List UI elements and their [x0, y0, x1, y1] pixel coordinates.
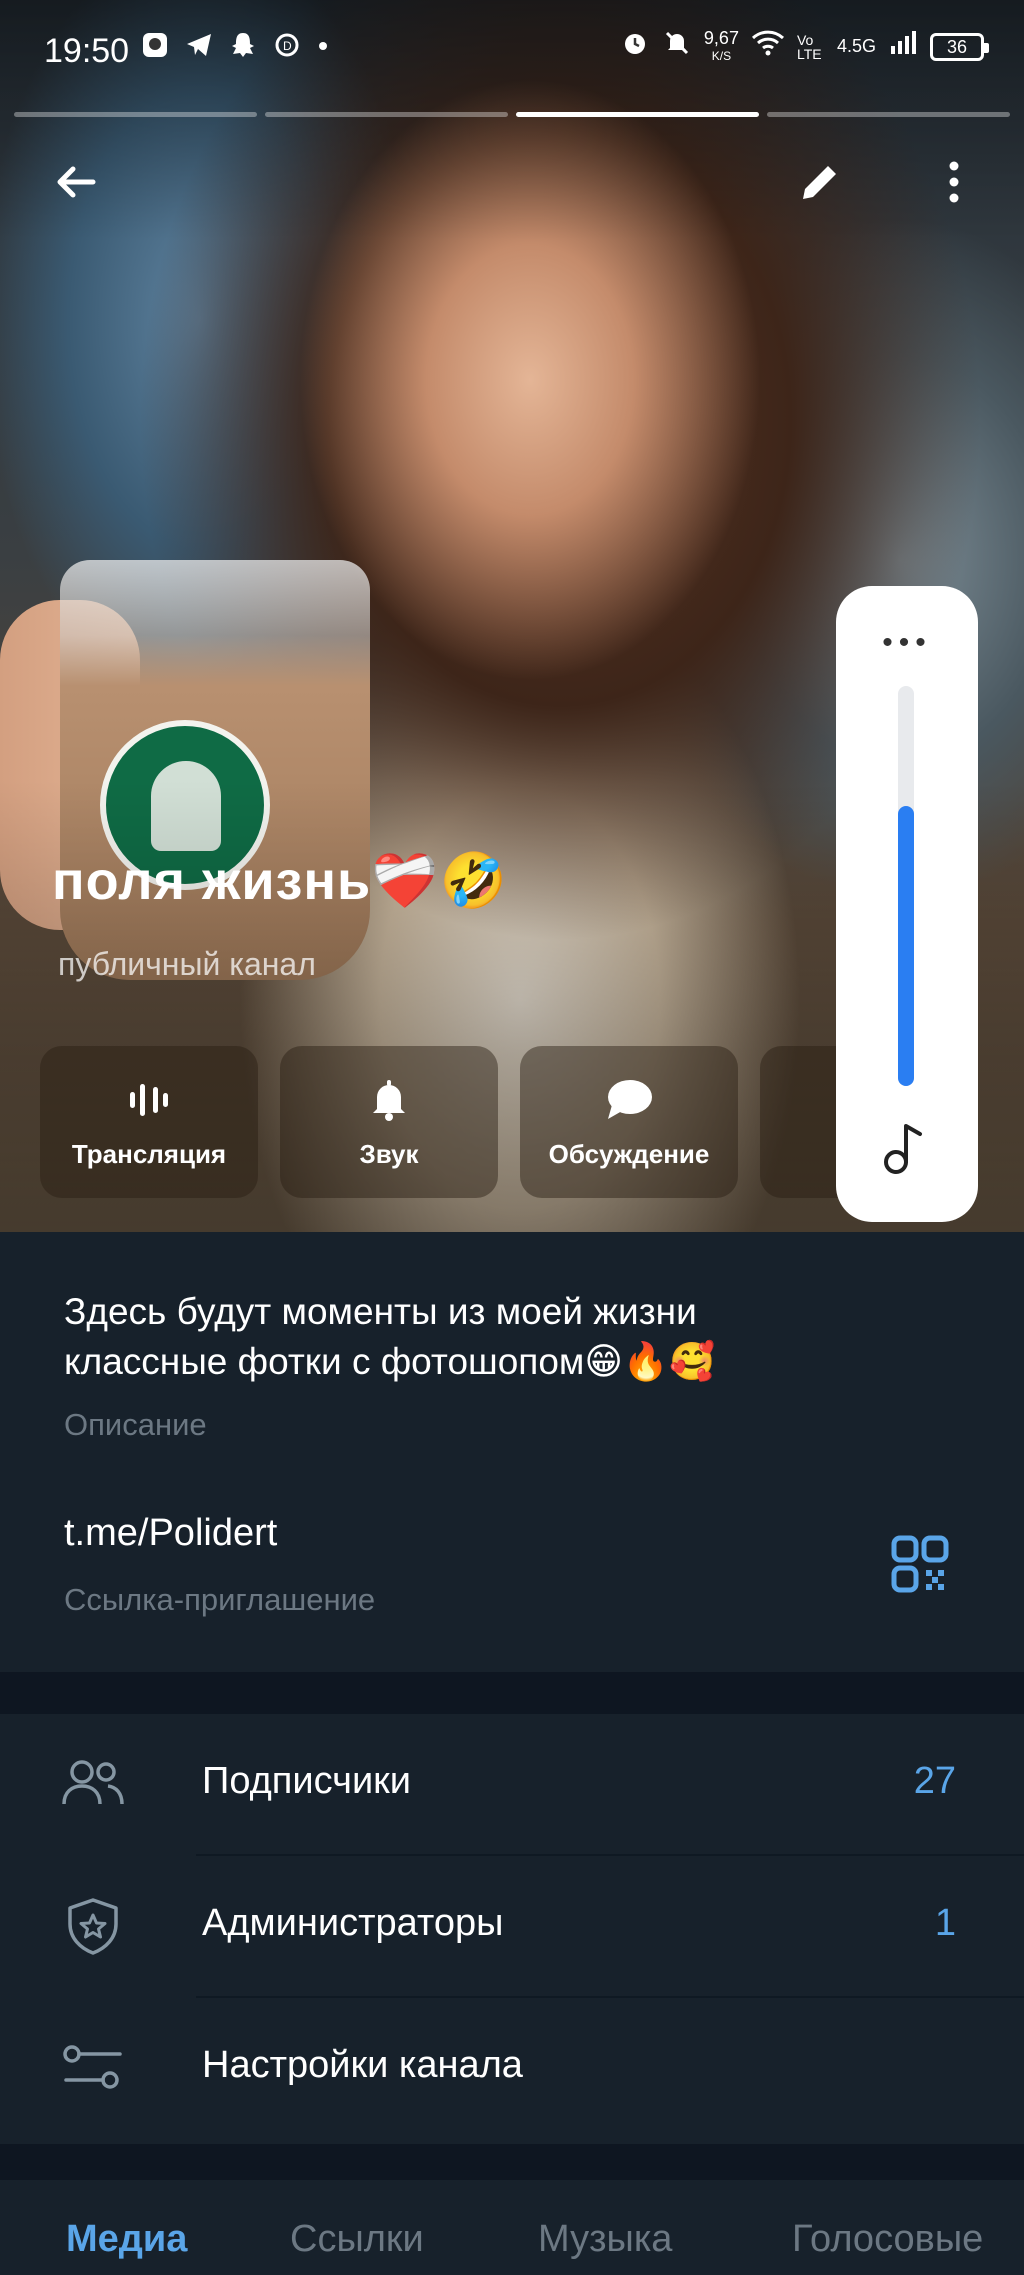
volume-more-icon[interactable]: •••	[836, 626, 978, 660]
channel-title: поля жизнь❤️‍🩹🤣	[52, 851, 508, 911]
tab-music[interactable]: Музыка	[538, 2218, 672, 2261]
discussion-button[interactable]: Обсуждение	[520, 1046, 738, 1198]
volte-label: Vo LTE	[796, 31, 822, 62]
network-speed-value: 9,67	[703, 27, 739, 48]
music-note-icon[interactable]	[876, 1118, 936, 1178]
wifi-icon	[751, 28, 785, 65]
signal-icon	[888, 28, 918, 65]
broadcast-label: Трансляция	[71, 1138, 227, 1169]
sound-label: Звук	[359, 1138, 419, 1169]
discussion-label: Обсуждение	[548, 1138, 710, 1169]
notification-app-icon	[140, 30, 170, 68]
administrators-label: Администраторы	[202, 1902, 504, 1944]
sliders-icon	[63, 2045, 122, 2089]
sound-button[interactable]: Звук	[280, 1046, 498, 1198]
description-line-1: Здесь будут моменты из моей жизни	[64, 1291, 697, 1332]
broadcast-button[interactable]: Трансляция	[40, 1046, 258, 1198]
description-label: Описание	[64, 1407, 207, 1442]
story-progress-bar	[14, 112, 1010, 117]
subscribers-row[interactable]: Подписчики 27	[0, 1714, 1024, 1856]
status-time: 19:50	[44, 32, 130, 70]
data-saver-icon: D	[272, 30, 302, 68]
channel-info-section: Здесь будут моменты из моей жизни классн…	[0, 1232, 1024, 1672]
svg-text:D: D	[283, 39, 292, 53]
more-options-button[interactable]	[922, 150, 986, 214]
alarm-icon	[620, 28, 650, 65]
story-segment	[265, 112, 508, 117]
network-type-label: 4.5G	[836, 36, 876, 56]
volume-panel: •••	[836, 586, 978, 1222]
invite-link[interactable]: t.me/Polidert	[64, 1512, 277, 1555]
story-segment	[767, 112, 1010, 117]
people-icon	[62, 1760, 124, 1805]
pencil-icon	[803, 166, 836, 199]
broadcast-waves-icon	[130, 1083, 168, 1116]
shield-star-icon	[68, 1898, 118, 1955]
arrow-left-icon	[57, 166, 96, 198]
battery-indicator: 36	[930, 32, 989, 61]
dot-icon	[316, 30, 330, 68]
channel-settings-label: Настройки канала	[202, 2044, 523, 2086]
tab-links[interactable]: Ссылки	[290, 2218, 424, 2261]
status-bar: 19:50 D 9,67 K/S Vo LTE 4.5G 36	[0, 0, 1024, 100]
back-button[interactable]	[44, 150, 108, 214]
volume-slider[interactable]	[898, 686, 914, 1086]
telegram-icon	[184, 30, 214, 68]
tab-voice[interactable]: Голосовые	[792, 2218, 983, 2261]
more-vertical-icon	[949, 161, 959, 203]
subscribers-count: 27	[913, 1760, 956, 1802]
description-line-2: классные фотки с фотошопом😁🔥🥰	[64, 1341, 716, 1382]
channel-management-list: Подписчики 27 Администраторы 1 Настройки…	[0, 1714, 1024, 2144]
administrators-count: 1	[934, 1902, 956, 1944]
chat-bubble-icon	[608, 1079, 652, 1119]
channel-settings-row[interactable]: Настройки канала	[0, 1998, 1024, 2140]
channel-subtitle: публичный канал	[58, 946, 316, 982]
bell-icon	[373, 1079, 405, 1121]
tab-media[interactable]: Медиа	[66, 2218, 187, 2261]
story-segment	[14, 112, 257, 117]
invite-link-label: Ссылка-приглашение	[64, 1582, 376, 1617]
story-segment-active	[516, 112, 759, 117]
administrators-row[interactable]: Администраторы 1	[0, 1856, 1024, 1998]
edit-button[interactable]	[788, 150, 852, 214]
qr-code-icon[interactable]	[888, 1532, 952, 1596]
subscribers-label: Подписчики	[202, 1760, 412, 1802]
volume-slider-fill	[898, 806, 914, 1086]
shared-media-tabs: Медиа Ссылки Музыка Голосовые	[0, 2180, 1024, 2275]
snapchat-icon	[228, 30, 258, 68]
channel-description: Здесь будут моменты из моей жизни классн…	[64, 1287, 864, 1387]
mute-notifications-icon	[662, 28, 692, 65]
network-speed-unit: K/S	[711, 48, 732, 63]
